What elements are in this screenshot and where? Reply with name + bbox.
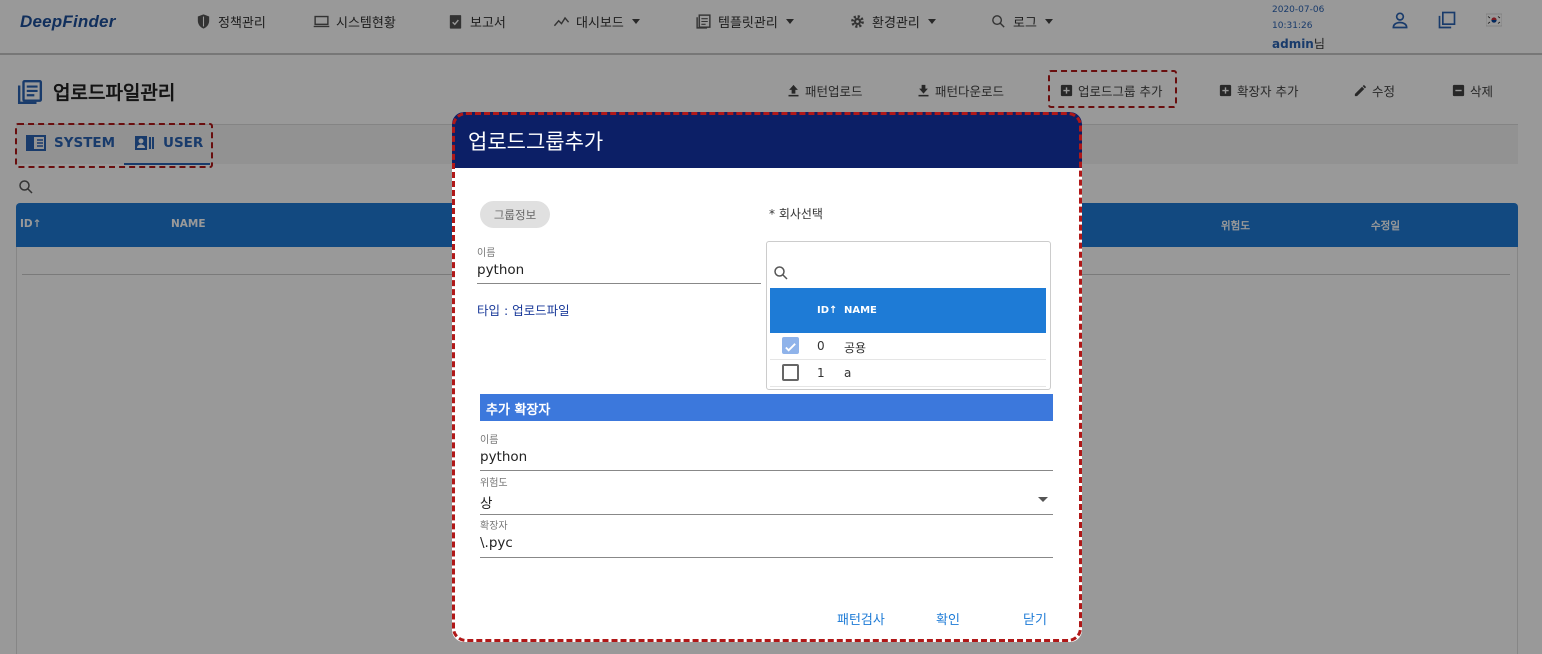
risk-label: 위험도 xyxy=(480,478,508,489)
ext-name-underline xyxy=(480,470,1053,471)
close-button[interactable]: 닫기 xyxy=(1023,609,1047,628)
extension-section-title: 추가 확장자 xyxy=(486,403,551,418)
row-checkbox[interactable] xyxy=(782,364,799,381)
extension-label: 확장자 xyxy=(480,521,508,532)
confirm-button[interactable]: 확인 xyxy=(936,609,960,628)
company-column-name[interactable]: NAME xyxy=(844,305,877,316)
dialog-title: 업로드그룹추가 xyxy=(468,130,604,154)
company-column-id-label: ID xyxy=(817,305,830,316)
company-column-id[interactable]: ID↑ xyxy=(817,305,837,316)
name-field-underline xyxy=(477,283,761,284)
risk-underline xyxy=(480,514,1053,515)
extension-field[interactable]: \.pyc xyxy=(480,535,513,551)
row-id: 1 xyxy=(817,366,825,380)
dialog-header: 업로드그룹추가 xyxy=(452,112,1082,168)
pattern-check-button[interactable]: 패턴검사 xyxy=(837,609,885,628)
chevron-down-icon[interactable] xyxy=(1038,497,1048,502)
row-id: 0 xyxy=(817,339,825,353)
ext-name-field[interactable]: python xyxy=(480,449,527,465)
name-field-label: 이름 xyxy=(477,248,496,259)
table-row[interactable]: 0 공용 xyxy=(770,333,1046,360)
extension-section-bar xyxy=(480,394,1053,421)
row-name: 공용 xyxy=(844,341,867,355)
search-icon[interactable] xyxy=(772,264,790,282)
row-name: a xyxy=(844,366,852,380)
company-select-label: * 회사선택 xyxy=(769,207,823,221)
add-upload-group-dialog: 업로드그룹추가 그룹정보 * 회사선택 이름 python 타입 : 업로드파일… xyxy=(452,112,1082,642)
name-field[interactable]: python xyxy=(477,262,524,278)
sort-arrow-icon: ↑ xyxy=(829,305,838,316)
row-checkbox[interactable] xyxy=(782,337,799,354)
risk-select[interactable]: 상 xyxy=(480,492,492,512)
extension-underline xyxy=(480,557,1053,558)
group-info-chip[interactable]: 그룹정보 xyxy=(480,201,550,228)
check-icon xyxy=(785,343,796,352)
table-row[interactable]: 1 a xyxy=(770,360,1046,387)
company-table-header xyxy=(770,288,1046,333)
ext-name-label: 이름 xyxy=(480,435,499,446)
type-text: 타입 : 업로드파일 xyxy=(477,303,570,318)
